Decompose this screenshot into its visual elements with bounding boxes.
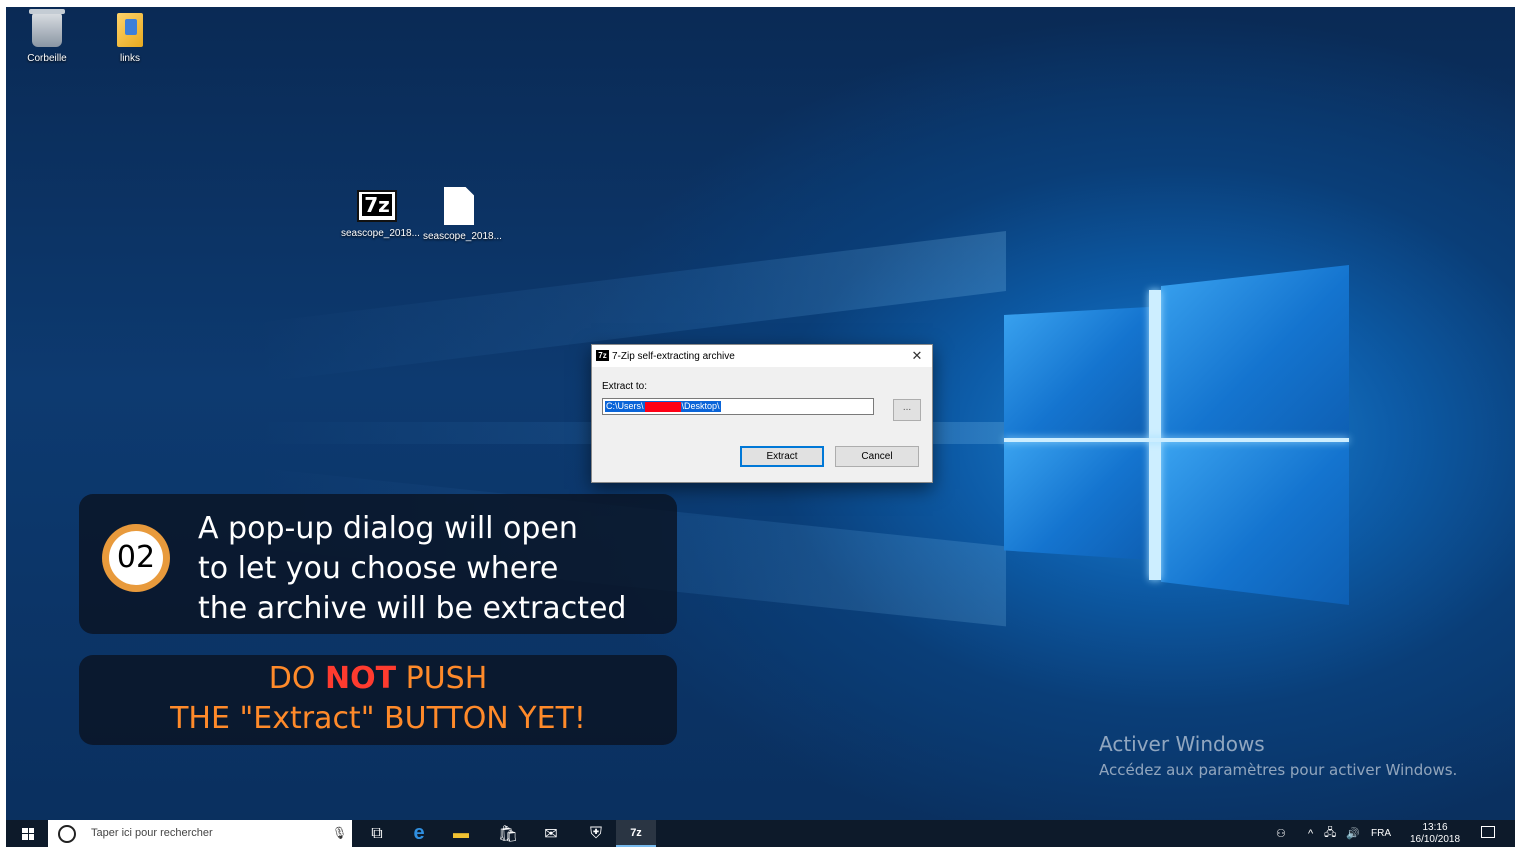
- cancel-button[interactable]: Cancel: [835, 446, 919, 467]
- activation-subtitle: Accédez aux paramètres pour activer Wind…: [1099, 761, 1458, 779]
- desktop: Corbeille links 7z seascope_2018... seas…: [6, 7, 1515, 847]
- desktop-icon-label: links: [119, 53, 140, 64]
- recycle-bin-icon: [29, 9, 65, 47]
- extract-button[interactable]: Extract: [740, 446, 824, 467]
- extract-path-field[interactable]: C:\Users\ \Desktop\: [602, 398, 874, 415]
- desktop-icon-links[interactable]: links: [94, 13, 166, 64]
- warning-text: PUSH: [396, 661, 488, 696]
- start-button[interactable]: [18, 820, 38, 847]
- activation-title: Activer Windows: [1099, 732, 1265, 756]
- folder-icon: [117, 13, 143, 47]
- warning-line-2: THE "Extract" BUTTON YET!: [170, 701, 586, 736]
- instruction-callout: 02 A pop-up dialog will open to let you …: [79, 494, 677, 634]
- extract-to-label: Extract to:: [602, 381, 648, 392]
- 7zip-extract-dialog: 7z 7-Zip self-extracting archive ✕ Extra…: [591, 344, 933, 483]
- volume-icon[interactable]: 🔊: [1346, 820, 1360, 847]
- document-icon: [444, 187, 474, 225]
- mail-icon[interactable]: ✉: [536, 820, 566, 847]
- desktop-icon-label: seascope_2018...: [423, 231, 502, 242]
- instruction-line: the archive will be extracted: [198, 591, 627, 626]
- dialog-title: 7-Zip self-extracting archive: [612, 351, 735, 362]
- desktop-icon-label: seascope_2018...: [341, 228, 420, 239]
- cortana-icon: [58, 825, 76, 843]
- microphone-icon[interactable]: 🎙: [332, 826, 347, 840]
- activation-watermark: Activer Windows Accédez aux paramètres p…: [1099, 732, 1457, 779]
- desktop-icon-seascope-file[interactable]: seascope_2018...: [423, 187, 502, 242]
- search-placeholder: Taper ici pour rechercher: [91, 827, 213, 839]
- warning-emphasis: NOT: [324, 661, 397, 696]
- clock[interactable]: 13:16 16/10/2018: [1406, 822, 1464, 846]
- close-icon[interactable]: ✕: [902, 345, 932, 367]
- extract-path-selection: C:\Users\ \Desktop\: [605, 401, 721, 412]
- store-icon[interactable]: 🛍: [493, 820, 523, 847]
- warning-callout: DO NOT PUSH THE "Extract" BUTTON YET!: [79, 655, 677, 745]
- search-box[interactable]: Taper ici pour rechercher 🎙: [48, 820, 352, 847]
- step-badge: 02: [102, 524, 170, 592]
- task-view-icon[interactable]: ⧉: [362, 820, 392, 847]
- warning-text: DO: [268, 661, 325, 696]
- dialog-titlebar[interactable]: 7z 7-Zip self-extracting archive ✕: [592, 345, 932, 367]
- browse-button[interactable]: ...: [893, 399, 921, 421]
- taskbar: Taper ici pour rechercher 🎙 ⧉ e ▬ 🛍 ✉ ⛨ …: [6, 820, 1515, 847]
- language-indicator[interactable]: FRA: [1371, 820, 1391, 847]
- 7zip-archive-icon: 7z: [357, 190, 397, 222]
- file-explorer-icon[interactable]: ▬: [446, 820, 476, 847]
- desktop-icon-label: Corbeille: [27, 53, 67, 64]
- clock-date: 16/10/2018: [1409, 834, 1461, 845]
- windows-logo-icon: [22, 827, 34, 840]
- desktop-icon-seascope-archive[interactable]: 7z seascope_2018...: [341, 190, 420, 239]
- redacted-username: [644, 401, 681, 412]
- edge-icon[interactable]: e: [404, 820, 434, 847]
- instruction-line: to let you choose where: [198, 551, 559, 586]
- warning-line-1: DO NOT PUSH: [79, 655, 677, 699]
- action-center-icon[interactable]: [1481, 826, 1495, 838]
- clock-time: 13:16: [1422, 822, 1448, 833]
- instruction-line: A pop-up dialog will open: [198, 511, 578, 546]
- desktop-icon-recycle-bin[interactable]: Corbeille: [11, 9, 83, 64]
- step-number: 02: [109, 531, 163, 585]
- 7zip-taskbar-icon[interactable]: 7z: [616, 820, 656, 847]
- path-suffix: \Desktop\: [681, 401, 720, 411]
- instruction-text: A pop-up dialog will open to let you cho…: [198, 509, 626, 629]
- 7zip-icon: 7z: [596, 350, 609, 361]
- people-icon[interactable]: ⚇: [1276, 820, 1286, 847]
- defender-icon[interactable]: ⛨: [581, 820, 611, 847]
- chevron-up-icon[interactable]: ^: [1308, 820, 1313, 847]
- path-prefix: C:\Users\: [606, 401, 644, 411]
- network-icon[interactable]: 🖧: [1324, 820, 1336, 847]
